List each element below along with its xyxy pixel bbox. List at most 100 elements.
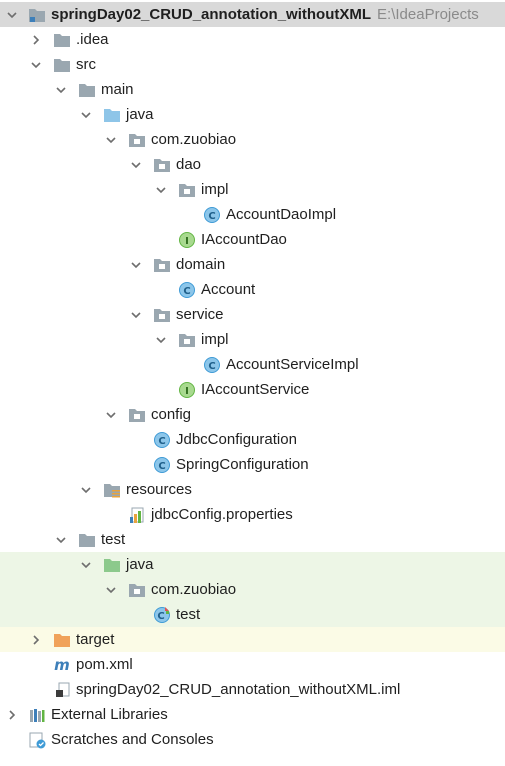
tree-node-project-root[interactable]: springDay02_CRUD_annotation_withoutXML E:… xyxy=(0,2,505,27)
tree-node-account[interactable]: C Account xyxy=(0,277,505,302)
class-icon: C xyxy=(178,277,196,302)
tree-node-java-main[interactable]: java xyxy=(0,102,505,127)
tree-node-spring-configuration[interactable]: C SpringConfiguration xyxy=(0,452,505,477)
chevron-down-icon[interactable] xyxy=(153,177,169,202)
tree-node-label: JdbcConfiguration xyxy=(176,431,297,448)
tree-node-label: External Libraries xyxy=(51,706,168,723)
tree-node-label: pom.xml xyxy=(76,656,133,673)
tree-node-external-libraries[interactable]: External Libraries xyxy=(0,702,505,727)
class-icon: C xyxy=(203,352,221,377)
source-folder-icon xyxy=(103,102,121,127)
tree-node-iml[interactable]: springDay02_CRUD_annotation_withoutXML.i… xyxy=(0,677,505,702)
excluded-folder-icon xyxy=(53,627,71,652)
chevron-down-icon[interactable] xyxy=(78,477,94,502)
tree-node-label: Account xyxy=(201,281,256,298)
tree-node-label: IAccountService xyxy=(201,381,310,398)
tree-node-service-impl[interactable]: impl xyxy=(0,327,505,352)
class-icon: C xyxy=(153,452,171,477)
tree-node-domain[interactable]: domain xyxy=(0,252,505,277)
tree-node-target[interactable]: target xyxy=(0,627,505,652)
tree-node-service[interactable]: service xyxy=(0,302,505,327)
chevron-right-icon[interactable] xyxy=(4,702,20,727)
scratches-icon xyxy=(28,727,46,752)
tree-node-iaccount-service[interactable]: I IAccountService xyxy=(0,377,505,402)
project-path: E:\IdeaProjects xyxy=(377,6,479,23)
tree-node-label: com.zuobiao xyxy=(151,581,237,598)
tree-node-dao-impl[interactable]: impl xyxy=(0,177,505,202)
tree-node-idea[interactable]: .idea xyxy=(0,27,505,52)
tree-node-iaccount-dao[interactable]: I IAccountDao xyxy=(0,227,505,252)
chevron-down-icon[interactable] xyxy=(28,52,44,77)
tree-node-label: resources xyxy=(126,481,192,498)
tree-node-label: jdbcConfig.properties xyxy=(151,506,293,523)
package-icon xyxy=(128,577,146,602)
svg-text:m: m xyxy=(54,656,70,674)
tree-node-java-test[interactable]: java xyxy=(0,552,505,577)
folder-icon xyxy=(78,77,96,102)
tree-node-package-test[interactable]: com.zuobiao xyxy=(0,577,505,602)
tree-node-account-dao-impl[interactable]: C AccountDaoImpl xyxy=(0,202,505,227)
chevron-down-icon[interactable] xyxy=(78,552,94,577)
chevron-down-icon[interactable] xyxy=(4,2,20,27)
tree-node-package-main[interactable]: com.zuobiao xyxy=(0,127,505,152)
package-icon xyxy=(153,302,171,327)
interface-icon: I xyxy=(178,227,196,252)
test-source-folder-icon xyxy=(103,552,121,577)
tree-node-label: Scratches and Consoles xyxy=(51,731,214,748)
tree-node-scratches[interactable]: Scratches and Consoles xyxy=(0,727,505,752)
tree-node-account-service-impl[interactable]: C AccountServiceImpl xyxy=(0,352,505,377)
chevron-down-icon[interactable] xyxy=(78,102,94,127)
interface-icon: I xyxy=(178,377,196,402)
svg-text:C: C xyxy=(183,286,190,297)
tree-node-pom[interactable]: m pom.xml xyxy=(0,652,505,677)
tree-node-config[interactable]: config xyxy=(0,402,505,427)
chevron-down-icon[interactable] xyxy=(103,577,119,602)
package-icon xyxy=(153,152,171,177)
class-icon: C xyxy=(153,427,171,452)
folder-icon xyxy=(53,27,71,52)
tree-node-dao[interactable]: dao xyxy=(0,152,505,177)
test-class-icon: C xyxy=(153,602,171,627)
package-icon xyxy=(128,127,146,152)
tree-node-label: com.zuobiao xyxy=(151,131,237,148)
package-icon xyxy=(178,327,196,352)
tree-node-label: AccountServiceImpl xyxy=(226,356,359,373)
chevron-down-icon[interactable] xyxy=(128,252,144,277)
module-file-icon xyxy=(53,677,71,702)
tree-node-main[interactable]: main xyxy=(0,77,505,102)
tree-node-src[interactable]: src xyxy=(0,52,505,77)
tree-node-label: test xyxy=(101,531,126,548)
tree-node-jdbc-configuration[interactable]: C JdbcConfiguration xyxy=(0,427,505,452)
class-icon: C xyxy=(203,202,221,227)
project-tree: springDay02_CRUD_annotation_withoutXML E:… xyxy=(0,0,505,766)
tree-node-label: java xyxy=(126,556,154,573)
tree-node-test[interactable]: test xyxy=(0,527,505,552)
svg-text:C: C xyxy=(158,436,165,447)
package-icon xyxy=(153,252,171,277)
chevron-down-icon[interactable] xyxy=(128,302,144,327)
maven-icon: m xyxy=(53,652,71,677)
libraries-icon xyxy=(28,702,46,727)
chevron-down-icon[interactable] xyxy=(153,327,169,352)
package-icon xyxy=(128,402,146,427)
chevron-down-icon[interactable] xyxy=(103,127,119,152)
tree-node-label: SpringConfiguration xyxy=(176,456,309,473)
tree-node-test-class[interactable]: C test xyxy=(0,602,505,627)
package-icon xyxy=(178,177,196,202)
chevron-down-icon[interactable] xyxy=(53,527,69,552)
tree-node-label: config xyxy=(151,406,192,423)
chevron-down-icon[interactable] xyxy=(103,402,119,427)
svg-text:C: C xyxy=(157,611,164,622)
chevron-right-icon[interactable] xyxy=(28,27,44,52)
tree-node-jdbc-config-properties[interactable]: jdbcConfig.properties xyxy=(0,502,505,527)
module-folder-icon xyxy=(28,2,46,27)
project-name: springDay02_CRUD_annotation_withoutXML E:… xyxy=(51,6,479,23)
svg-text:C: C xyxy=(208,361,215,372)
tree-node-resources[interactable]: resources xyxy=(0,477,505,502)
tree-node-label: impl xyxy=(201,331,229,348)
chevron-down-icon[interactable] xyxy=(128,152,144,177)
svg-text:I: I xyxy=(185,386,189,397)
chevron-right-icon[interactable] xyxy=(28,627,44,652)
tree-node-label: main xyxy=(101,81,134,98)
chevron-down-icon[interactable] xyxy=(53,77,69,102)
